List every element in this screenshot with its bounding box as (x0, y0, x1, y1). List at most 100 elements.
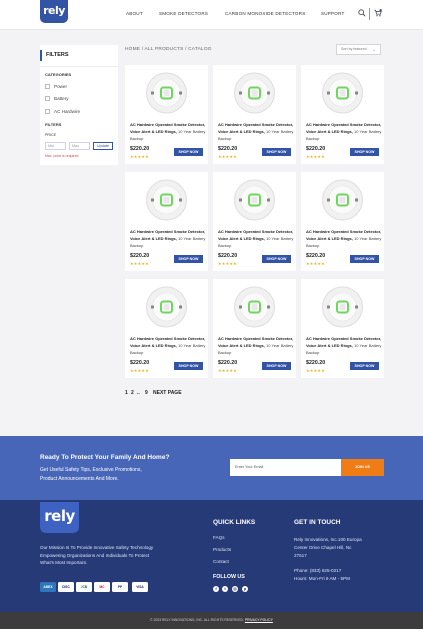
product-price: $220.20 (130, 253, 150, 259)
product-price: $220.20 (306, 146, 326, 152)
category-power-label[interactable]: Power (54, 84, 67, 89)
product-card[interactable]: AC Hardwire Operated Smoke Detector, Voi… (125, 172, 208, 271)
product-card[interactable]: AC Hardwire Operated Smoke Detector, Voi… (125, 279, 208, 378)
visa-icon: VISA (132, 582, 148, 592)
get-in-touch-title: GET IN TOUCH (294, 519, 341, 526)
smoke-detector-image[interactable] (125, 65, 208, 119)
shop-now-button[interactable]: SHOP NOW (262, 148, 291, 156)
rely-logo[interactable]: rely (40, 0, 68, 23)
newsletter-text-line1: Get Useful Safety Tips, Exclusive Promot… (40, 467, 142, 473)
privacy-policy-link[interactable]: PRIVACY POLICY (245, 618, 273, 622)
page-1[interactable]: 1 (125, 390, 128, 396)
footer-link-contact[interactable]: Contact (213, 559, 229, 564)
shop-now-button[interactable]: SHOP NOW (174, 255, 203, 263)
phone-number[interactable]: Phone: (833) 625-0217 (294, 567, 341, 575)
smoke-detector-image[interactable] (125, 279, 208, 333)
product-card[interactable]: AC Hardwire Operated Smoke Detector, Voi… (301, 65, 384, 164)
copyright-bar: © 2023 RELY INNOVATIONS, INC. ALL RIGHTS… (0, 612, 423, 629)
product-card[interactable]: AC Hardwire Operated Smoke Detector, Voi… (213, 172, 296, 271)
nav-about[interactable]: ABOUT (126, 11, 143, 16)
product-title[interactable]: AC Hardwire Operated Smoke Detector, Voi… (130, 121, 206, 142)
shop-now-button[interactable]: SHOP NOW (174, 148, 203, 156)
smoke-detector-image[interactable] (301, 172, 384, 226)
price-min-input[interactable]: Min (45, 142, 66, 150)
follow-us-title: FOLLOW US (213, 574, 245, 580)
footer-link-products[interactable]: Products (213, 547, 231, 552)
mastercard-icon: MC (94, 582, 110, 592)
price-max-input[interactable]: Max (69, 142, 90, 150)
nav-support[interactable]: SUPPORT (321, 11, 345, 16)
smoke-detector-image[interactable] (213, 65, 296, 119)
product-title[interactable]: AC Hardwire Operated Smoke Detector, Voi… (130, 228, 206, 249)
shop-now-button[interactable]: SHOP NOW (350, 255, 379, 263)
product-title[interactable]: AC Hardwire Operated Smoke Detector, Voi… (306, 228, 382, 249)
product-price: $220.20 (218, 253, 238, 259)
quick-links-title: QUICK LINKS (213, 519, 256, 526)
chevron-down-icon: ⌄ (372, 47, 376, 52)
sort-selected-value: Sort by featured (341, 47, 367, 51)
category-battery-label[interactable]: Battery (54, 96, 69, 101)
rating-stars: ★★★★★ (130, 368, 149, 373)
product-card[interactable]: AC Hardwire Operated Smoke Detector, Voi… (125, 65, 208, 164)
footer-link-faqs[interactable]: FAQs (213, 535, 225, 540)
page-9[interactable]: 9 (145, 390, 148, 396)
checkbox-power[interactable] (45, 84, 50, 89)
checkbox-battery[interactable] (45, 96, 50, 101)
footer-logo[interactable]: rely (40, 502, 79, 533)
shop-now-button[interactable]: SHOP NOW (174, 362, 203, 370)
rating-stars: ★★★★★ (130, 261, 149, 266)
shop-now-button[interactable]: SHOP NOW (262, 362, 291, 370)
rating-stars: ★★★★★ (218, 154, 237, 159)
product-card[interactable]: AC Hardwire Operated Smoke Detector, Voi… (301, 172, 384, 271)
product-card[interactable]: AC Hardwire Operated Smoke Detector, Voi… (301, 279, 384, 378)
page-2[interactable]: 2 (131, 390, 134, 396)
address-line1: Rely Innovations, Inc.100 Europa (294, 537, 362, 542)
shop-now-button[interactable]: SHOP NOW (262, 255, 291, 263)
newsletter-text-line2: Product Announcements And More. (40, 476, 119, 482)
breadcrumb[interactable]: HOME / ALL PRODUCTS / CATALOG (125, 47, 212, 52)
smoke-detector-image[interactable] (213, 172, 296, 226)
product-title[interactable]: AC Hardwire Operated Smoke Detector, Voi… (306, 335, 382, 356)
address-line3: 27517 (294, 553, 307, 558)
product-title[interactable]: AC Hardwire Operated Smoke Detector, Voi… (218, 228, 294, 249)
pinterest-icon[interactable]: p (242, 586, 248, 592)
nav-carbon-monoxide-detectors[interactable]: CARBON MONOXIDE DETECTORS (225, 11, 305, 16)
product-card[interactable]: AC Hardwire Operated Smoke Detector, Voi… (213, 65, 296, 164)
product-price: $220.20 (218, 360, 238, 366)
jcb-icon: JCB (76, 582, 92, 592)
product-price: $220.20 (218, 146, 238, 152)
shop-now-button[interactable]: SHOP NOW (350, 148, 379, 156)
checkbox-ac-hardwire[interactable] (45, 109, 50, 114)
filters-label: FILTERS (45, 122, 62, 127)
facebook-icon[interactable]: f (213, 586, 219, 592)
join-us-button[interactable]: JOIN US (341, 459, 384, 476)
smoke-detector-image[interactable] (301, 279, 384, 333)
header-divider (369, 8, 370, 20)
product-title[interactable]: AC Hardwire Operated Smoke Detector, Voi… (218, 121, 294, 142)
product-title[interactable]: AC Hardwire Operated Smoke Detector, Voi… (130, 335, 206, 356)
rating-stars: ★★★★★ (218, 261, 237, 266)
sort-select[interactable]: Sort by featured ⌄ (336, 44, 381, 55)
product-price: $220.20 (306, 253, 326, 259)
smoke-detector-image[interactable] (301, 65, 384, 119)
nav-smoke-detectors[interactable]: SMOKE DETECTORS (159, 11, 208, 16)
email-input[interactable]: Enter Your Email (230, 459, 341, 476)
rating-stars: ★★★★★ (306, 261, 325, 266)
smoke-detector-image[interactable] (125, 172, 208, 226)
paypal-icon: PP (112, 582, 128, 592)
search-icon[interactable] (358, 9, 366, 17)
update-price-button[interactable]: Update (93, 142, 113, 150)
cart-icon[interactable] (374, 9, 382, 17)
rating-stars: ★★★★★ (218, 368, 237, 373)
category-ac-hardwire-label[interactable]: AC Hardwire (54, 109, 80, 114)
instagram-icon[interactable]: ◎ (232, 586, 238, 592)
next-page-link[interactable]: NEXT PAGE (153, 390, 182, 396)
product-card[interactable]: AC Hardwire Operated Smoke Detector, Voi… (213, 279, 296, 378)
product-price: $220.20 (306, 360, 326, 366)
address-line2: Center Drive Chapel Hill, Nc (294, 545, 352, 550)
product-title[interactable]: AC Hardwire Operated Smoke Detector, Voi… (218, 335, 294, 356)
product-title[interactable]: AC Hardwire Operated Smoke Detector, Voi… (306, 121, 382, 142)
twitter-icon[interactable]: t (222, 586, 228, 592)
shop-now-button[interactable]: SHOP NOW (350, 362, 379, 370)
smoke-detector-image[interactable] (213, 279, 296, 333)
